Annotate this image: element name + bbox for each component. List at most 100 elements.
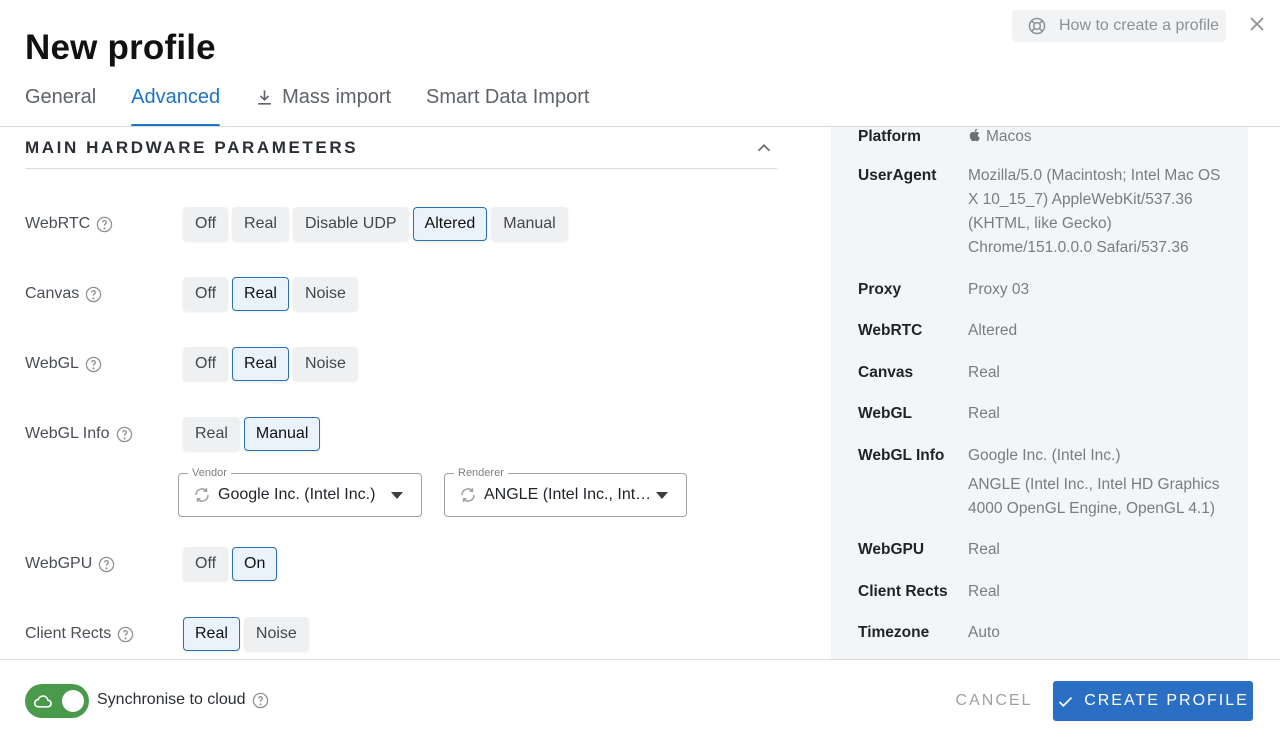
client-rects-noise-button[interactable]: Noise bbox=[243, 617, 309, 651]
webrtc-off-button[interactable]: Off bbox=[183, 207, 229, 241]
renderer-select[interactable]: Renderer ANGLE (Intel Inc., Inte... bbox=[444, 466, 687, 517]
webrtc-label: WebRTC bbox=[25, 215, 113, 233]
webrtc-label-text: WebRTC bbox=[25, 215, 91, 232]
webrtc-options: Off Real Disable UDP Altered Manual bbox=[183, 207, 568, 241]
webgpu-options: Off On bbox=[183, 547, 278, 581]
webgl-info-vendor-value: Google Inc. (Intel Inc.) bbox=[968, 447, 1121, 464]
webgl-info-real-button[interactable]: Real bbox=[183, 417, 240, 451]
tab-label: General bbox=[25, 86, 97, 108]
help-circle-icon[interactable] bbox=[85, 356, 102, 373]
webgpu-off-button[interactable]: Off bbox=[183, 547, 229, 581]
summary-key: WebRTC bbox=[858, 322, 923, 339]
section-title: MAIN HARDWARE PARAMETERS bbox=[25, 137, 359, 157]
cloud-icon bbox=[33, 695, 52, 708]
tab-label: Mass import bbox=[282, 86, 392, 108]
client-rects-options: Real Noise bbox=[183, 617, 309, 651]
tab-general[interactable]: General bbox=[25, 78, 96, 127]
webgl-real-button[interactable]: Real bbox=[232, 347, 289, 381]
summary-key: WebGL Info bbox=[858, 447, 945, 464]
toggle-knob bbox=[62, 690, 84, 712]
webgpu-label: WebGPU bbox=[25, 555, 115, 573]
webrtc-disable-udp-button[interactable]: Disable UDP bbox=[292, 207, 409, 241]
help-circle-icon[interactable] bbox=[117, 626, 134, 643]
tab-mass-import[interactable]: Mass import bbox=[255, 78, 391, 127]
canvas-label-text: Canvas bbox=[25, 285, 80, 302]
webrtc-real-button[interactable]: Real bbox=[232, 207, 289, 241]
sync-label: Synchronise to cloud bbox=[97, 691, 269, 709]
profile-summary-panel: Platform Macos UserAgent Mozilla/5.0 (Ma… bbox=[831, 127, 1248, 659]
client-rects-real-button[interactable]: Real bbox=[183, 617, 240, 651]
tab-bar: General Advanced Mass import Smart Data … bbox=[25, 78, 624, 127]
close-icon[interactable] bbox=[1247, 14, 1267, 34]
summary-value: Macos bbox=[968, 127, 1228, 149]
client-rects-value: Real bbox=[968, 583, 1000, 600]
create-profile-button[interactable]: CREATE PROFILE bbox=[1053, 681, 1253, 721]
download-icon bbox=[258, 90, 271, 105]
proxy-value: Proxy 03 bbox=[968, 281, 1030, 298]
webgl-label: WebGL bbox=[25, 355, 102, 373]
sync-cloud-toggle[interactable] bbox=[25, 684, 89, 718]
sync-label-text: Synchronise to cloud bbox=[97, 691, 246, 708]
webgl-options: Off Real Noise bbox=[183, 347, 358, 381]
canvas-value: Real bbox=[968, 364, 1000, 381]
cancel-button[interactable]: CANCEL bbox=[946, 682, 1042, 720]
webrtc-value: Altered bbox=[968, 322, 1018, 339]
lifebuoy-icon bbox=[1028, 17, 1046, 35]
how-to-create-profile-button[interactable]: How to create a profile bbox=[1012, 10, 1226, 42]
help-circle-icon[interactable] bbox=[252, 692, 269, 709]
tab-label: Smart Data Import bbox=[426, 86, 590, 108]
timezone-value: Auto bbox=[968, 624, 1000, 641]
canvas-real-button[interactable]: Real bbox=[232, 277, 289, 311]
webgl-info-renderer-value: ANGLE (Intel Inc., Intel HD Graphics 400… bbox=[968, 476, 1220, 517]
webgl-noise-button[interactable]: Noise bbox=[292, 347, 358, 381]
webgpu-on-button[interactable]: On bbox=[232, 547, 278, 581]
tab-smart-data-import[interactable]: Smart Data Import bbox=[426, 78, 589, 127]
help-label: How to create a profile bbox=[1059, 17, 1220, 34]
webgl-info-label-text: WebGL Info bbox=[25, 425, 110, 442]
chevron-up-icon[interactable] bbox=[753, 137, 775, 159]
webgl-off-button[interactable]: Off bbox=[183, 347, 229, 381]
help-circle-icon[interactable] bbox=[98, 556, 115, 573]
canvas-noise-button[interactable]: Noise bbox=[292, 277, 358, 311]
summary-key: Canvas bbox=[858, 364, 914, 381]
webrtc-altered-button[interactable]: Altered bbox=[412, 207, 488, 241]
renderer-value: ANGLE (Intel Inc., Inte... bbox=[484, 486, 656, 503]
summary-key: Client Rects bbox=[858, 583, 948, 600]
footer-divider bbox=[0, 659, 1280, 660]
client-rects-label-text: Client Rects bbox=[25, 625, 112, 642]
caret-down-icon bbox=[656, 492, 668, 499]
canvas-options: Off Real Noise bbox=[183, 277, 358, 311]
webrtc-manual-button[interactable]: Manual bbox=[491, 207, 568, 241]
webgpu-label-text: WebGPU bbox=[25, 555, 93, 572]
client-rects-label: Client Rects bbox=[25, 625, 134, 643]
canvas-label: Canvas bbox=[25, 285, 102, 303]
help-circle-icon[interactable] bbox=[85, 286, 102, 303]
tab-advanced[interactable]: Advanced bbox=[131, 78, 220, 127]
summary-key: Timezone bbox=[858, 624, 930, 641]
refresh-icon[interactable] bbox=[459, 486, 477, 504]
webgpu-value: Real bbox=[968, 541, 1000, 558]
vendor-legend: Vendor bbox=[188, 466, 231, 480]
help-circle-icon[interactable] bbox=[96, 216, 113, 233]
summary-key: Platform bbox=[858, 128, 921, 145]
section-header[interactable]: MAIN HARDWARE PARAMETERS bbox=[25, 127, 777, 169]
apple-icon bbox=[969, 129, 980, 142]
renderer-legend: Renderer bbox=[454, 466, 508, 480]
summary-key: UserAgent bbox=[858, 167, 937, 184]
caret-down-icon bbox=[391, 492, 403, 499]
summary-key: WebGL bbox=[858, 405, 912, 422]
refresh-icon[interactable] bbox=[193, 486, 211, 504]
vendor-select[interactable]: Vendor Google Inc. (Intel Inc.) bbox=[178, 466, 422, 517]
canvas-off-button[interactable]: Off bbox=[183, 277, 229, 311]
summary-key: WebGPU bbox=[858, 541, 925, 558]
platform-value: Macos bbox=[986, 128, 1032, 145]
summary-key: Proxy bbox=[858, 281, 902, 298]
webgl-info-label: WebGL Info bbox=[25, 425, 133, 443]
help-circle-icon[interactable] bbox=[116, 426, 133, 443]
webgl-value: Real bbox=[968, 405, 1000, 422]
check-icon bbox=[1059, 696, 1073, 707]
webgl-label-text: WebGL bbox=[25, 355, 79, 372]
useragent-value: Mozilla/5.0 (Macintosh; Intel Mac OS X 1… bbox=[968, 167, 1221, 256]
vendor-value: Google Inc. (Intel Inc.) bbox=[218, 486, 376, 503]
webgl-info-manual-button[interactable]: Manual bbox=[243, 417, 321, 451]
